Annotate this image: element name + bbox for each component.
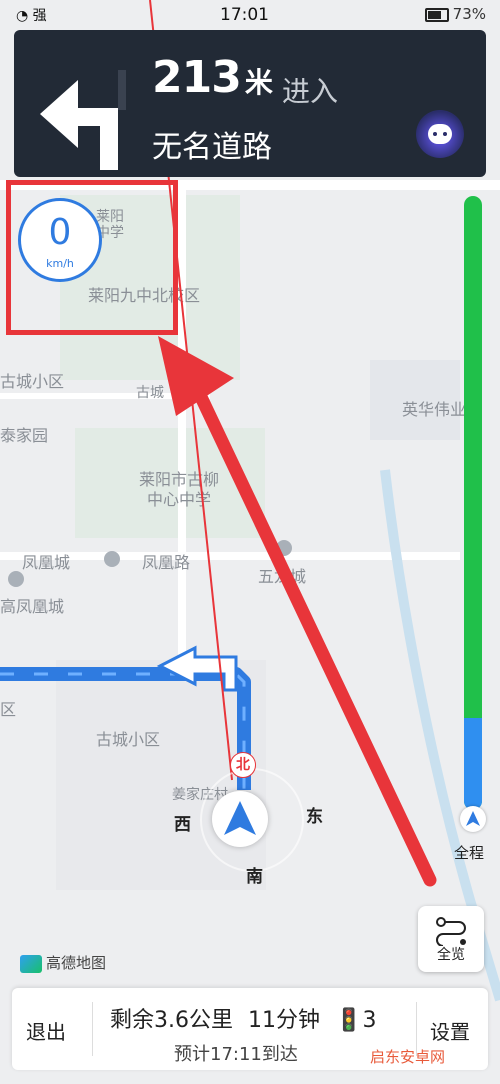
remaining-summary: 剩余3.6公里 11分钟 🚦3 (110, 1002, 376, 1034)
compass-west: 西 (174, 815, 191, 835)
traffic-light-count: 3 (362, 1008, 377, 1033)
progress-position-icon (460, 806, 486, 832)
distance-value: 213 (152, 52, 242, 103)
overview-button[interactable]: 全览 (418, 906, 484, 972)
remaining-time: 11 (248, 1008, 277, 1033)
next-road-name: 无名道路 (152, 130, 272, 165)
remaining-prefix: 剩余 (110, 1008, 155, 1033)
signal-indicator: ◔ 强 (16, 8, 47, 24)
amap-logo: 高德地图 (20, 952, 106, 973)
route-overview-icon (436, 917, 466, 947)
remaining-distance-unit: 公里 (189, 1008, 234, 1033)
distance-unit: 米 (244, 66, 273, 99)
battery-icon (424, 7, 449, 22)
traffic-light-icon: 🚦 (335, 1008, 363, 1033)
compass-east: 东 (306, 807, 323, 827)
amap-logo-text: 高德地图 (46, 954, 107, 972)
compass-north: 北 (230, 752, 256, 778)
watermark: 启东安卓网 (370, 1048, 446, 1066)
turn-distance: 213 米 (152, 52, 273, 103)
route-line (0, 667, 251, 790)
assistant-face (428, 124, 452, 144)
exit-button[interactable]: 退出 (26, 1016, 66, 1045)
turn-arrow (156, 645, 238, 692)
remaining-time-unit: 分钟 (276, 1008, 321, 1033)
battery-level: 73% (452, 5, 486, 23)
divider (92, 1002, 93, 1056)
settings-button[interactable]: 设置 (430, 1016, 470, 1045)
voice-assistant-icon[interactable] (416, 110, 464, 158)
turn-left-icon (40, 70, 126, 170)
clock: 17:01 (220, 5, 269, 25)
route-line-inner (0, 672, 246, 790)
signal-text: 强 (32, 8, 47, 24)
route-progress-label: 全程 (454, 844, 485, 862)
eta-text: 预计17:11到达 (174, 1044, 298, 1065)
compass-south: 南 (246, 867, 263, 887)
turn-action: 进入 (282, 75, 339, 108)
battery-indicator: 73% (424, 5, 486, 23)
speed-unit: km/h (46, 257, 74, 270)
amap-logo-icon (20, 954, 42, 973)
status-bar: ◔ 强 17:01 73% (0, 0, 500, 30)
car-location-icon (212, 791, 268, 847)
annotation-arrow-head (158, 336, 234, 416)
speed-value: 0 (48, 212, 72, 253)
route-progress-completed (464, 717, 482, 810)
speedometer: 0 km/h (18, 198, 102, 282)
route-progress-bar (464, 196, 482, 810)
overview-label: 全览 (437, 947, 465, 963)
remaining-distance: 3.6 (154, 1008, 190, 1033)
